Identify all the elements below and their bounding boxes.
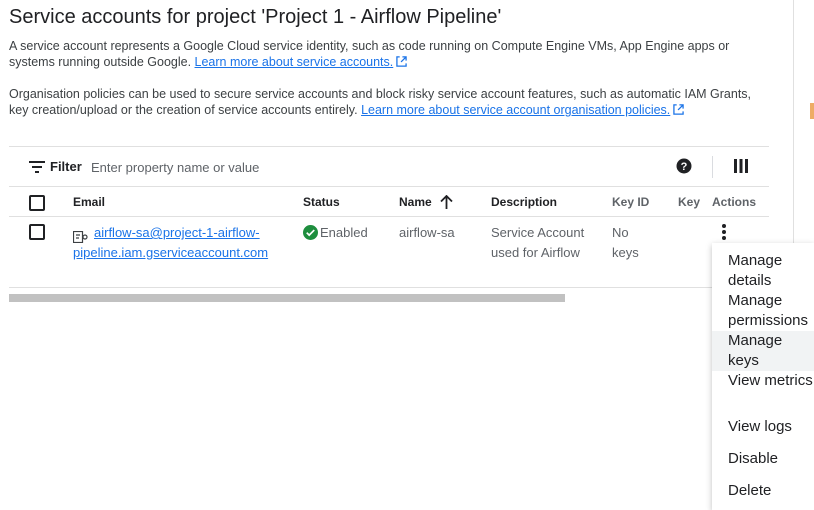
toolbar-separator	[712, 156, 713, 178]
row-checkbox[interactable]	[29, 224, 45, 240]
actions-menu: Manage details Manage permissions Manage…	[712, 243, 814, 510]
status-cell: Enabled	[303, 223, 368, 246]
table-header: Email Status Name Description Key ID Key…	[9, 187, 769, 217]
sort-arrow-up-icon[interactable]	[440, 194, 453, 212]
filter-bar: Filter ?	[9, 146, 769, 187]
column-header-status[interactable]: Status	[303, 195, 340, 209]
menu-item-manage-keys[interactable]: Manage keys	[712, 331, 814, 371]
key-id-cell: No keys	[612, 225, 639, 260]
learn-more-service-accounts-link[interactable]: Learn more about service accounts.	[195, 55, 394, 69]
description-cell: Service Account used for Airflow	[491, 225, 585, 260]
service-account-email-link[interactable]: airflow-sa@project-1-airflow-pipeline.ia…	[73, 223, 283, 263]
column-header-key-id[interactable]: Key ID	[612, 195, 649, 209]
help-icon[interactable]: ?	[676, 158, 692, 179]
filter-input[interactable]	[91, 157, 491, 177]
menu-item-manage-permissions[interactable]: Manage permissions	[712, 291, 814, 331]
horizontal-scrollbar[interactable]	[9, 294, 565, 302]
column-header-actions: Actions	[712, 195, 757, 209]
name-cell: airflow-sa	[399, 225, 455, 240]
menu-item-delete[interactable]: Delete	[712, 481, 814, 501]
column-header-email[interactable]: Email	[73, 195, 105, 209]
service-account-key-icon	[72, 229, 89, 249]
table-row: airflow-sa@project-1-airflow-pipeline.ia…	[9, 218, 769, 288]
policy-paragraph: Organisation policies can be used to sec…	[9, 86, 769, 119]
column-header-description[interactable]: Description	[491, 195, 557, 209]
filter-icon[interactable]	[29, 160, 45, 178]
column-header-name[interactable]: Name	[399, 194, 453, 212]
menu-item-view-metrics[interactable]: View metrics	[712, 371, 814, 391]
email-cell: airflow-sa@project-1-airflow-pipeline.ia…	[72, 223, 283, 263]
column-header-key[interactable]: Key	[678, 195, 700, 209]
menu-item-view-logs[interactable]: View logs	[712, 417, 814, 437]
learn-more-org-policies-link[interactable]: Learn more about service account organis…	[361, 103, 670, 117]
external-link-icon[interactable]	[673, 103, 685, 119]
menu-item-disable[interactable]: Disable	[712, 449, 814, 469]
intro-paragraph: A service account represents a Google Cl…	[9, 38, 769, 71]
external-link-icon[interactable]	[396, 55, 407, 71]
page-title: Service accounts for project 'Project 1 …	[9, 6, 502, 28]
menu-item-manage-details[interactable]: Manage details	[712, 251, 814, 291]
check-circle-icon	[303, 225, 318, 246]
column-header-name-label: Name	[399, 195, 432, 209]
side-panel-accent	[810, 103, 814, 119]
svg-text:?: ?	[681, 161, 688, 173]
filter-label: Filter	[50, 159, 82, 174]
select-all-checkbox[interactable]	[29, 195, 45, 211]
status-text: Enabled	[320, 225, 368, 240]
column-display-icon[interactable]	[734, 159, 748, 178]
